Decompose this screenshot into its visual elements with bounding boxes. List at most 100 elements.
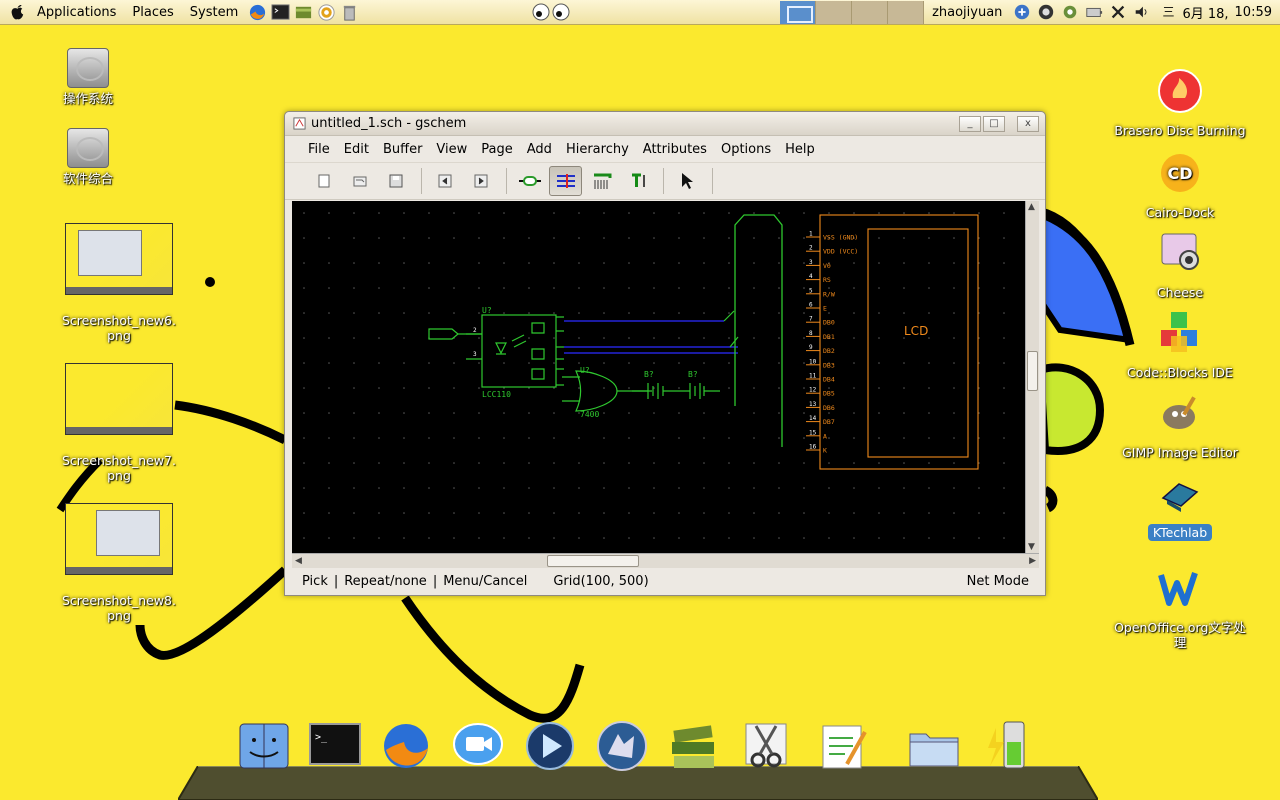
volume-icon[interactable] (1133, 3, 1151, 21)
menu-view[interactable]: View (429, 142, 474, 157)
redo-button[interactable] (464, 166, 497, 196)
desktop-icon-gimp[interactable]: GIMP Image Editor (1110, 390, 1250, 460)
desktop-icon-brasero[interactable]: Brasero Disc Burning (1110, 68, 1250, 138)
video-chat-icon[interactable] (450, 718, 506, 774)
wolf-icon[interactable] (594, 718, 650, 774)
user-name[interactable]: zhaojiyuan (924, 5, 1010, 20)
menu-system[interactable]: System (182, 0, 246, 25)
firefox-icon[interactable] (378, 718, 434, 774)
notes-icon[interactable] (815, 718, 871, 774)
pointer-arrow-icon (681, 173, 693, 189)
desktop-icon-software-drive[interactable]: 软件综合 (28, 128, 148, 186)
battery-charger-icon[interactable] (982, 718, 1038, 774)
doodle-dot (205, 277, 215, 287)
horizontal-scroll-thumb[interactable] (547, 555, 639, 567)
horizontal-scrollbar[interactable]: ◀ ▶ (292, 553, 1039, 568)
terminal-icon[interactable]: >_ (307, 718, 363, 774)
menu-add[interactable]: Add (520, 142, 559, 157)
gschem-app-icon (293, 117, 306, 130)
finder-icon[interactable] (236, 718, 292, 774)
text-icon (631, 173, 645, 187)
network-icon[interactable] (1013, 3, 1031, 21)
pin-label: 3 (473, 351, 477, 358)
desktop-icon-openoffice-writer[interactable]: OpenOffice.org文字处 理 (1110, 550, 1250, 665)
folder-icon[interactable] (906, 718, 962, 774)
scroll-up-arrow[interactable]: ▲ (1028, 202, 1035, 212)
open-folder-icon (353, 176, 366, 187)
desktop-icon-screenshot-8[interactable]: Screenshot_new8. png (59, 488, 179, 638)
new-button[interactable] (307, 166, 340, 196)
trash-icon[interactable] (340, 3, 359, 22)
desktop-icon-screenshot-6[interactable]: Screenshot_new6. png (59, 208, 179, 358)
lcd-pin-label: VDD (VCC) (823, 248, 858, 256)
clock-date[interactable]: 6月 18, (1182, 3, 1228, 22)
desktop-icon-ktechlab[interactable]: KTechlab (1110, 470, 1250, 541)
menu-buffer[interactable]: Buffer (376, 142, 429, 157)
book-icon[interactable] (294, 3, 313, 22)
tools-icon[interactable] (1109, 3, 1127, 21)
update-icon[interactable] (1037, 3, 1055, 21)
desktop-icon-screenshot-7[interactable]: Screenshot_new7. png (59, 348, 179, 498)
media-player-icon[interactable] (522, 718, 578, 774)
lcc-value-label: LCC110 (482, 390, 511, 399)
desktop-icon-cheese[interactable]: Cheese (1110, 230, 1250, 300)
help-icon[interactable] (317, 3, 336, 22)
menu-applications[interactable]: Applications (29, 0, 124, 25)
doodle-green-blob (1035, 363, 1105, 455)
save-button[interactable] (379, 166, 412, 196)
menu-options[interactable]: Options (714, 142, 778, 157)
top-panel: Applications Places System zhaojiyuan 三 … (0, 0, 1280, 25)
workspace-4[interactable] (888, 0, 925, 24)
lcd-pin-number: 5 (809, 287, 813, 294)
workspace-2[interactable] (816, 0, 853, 24)
apple-logo-icon[interactable] (8, 3, 27, 22)
scroll-down-arrow[interactable]: ▼ (1028, 542, 1035, 552)
add-component-button[interactable] (513, 166, 546, 196)
vertical-scroll-thumb[interactable] (1027, 351, 1038, 391)
eyes-applet-icon[interactable] (531, 2, 571, 22)
open-button[interactable] (343, 166, 376, 196)
maximize-button[interactable]: □ (983, 115, 1005, 132)
clock-time[interactable]: 10:59 (1235, 5, 1272, 20)
desktop-icon-os-drive[interactable]: 操作系统 (28, 48, 148, 106)
scroll-left-arrow[interactable]: ◀ (295, 556, 302, 566)
scissors-icon[interactable] (738, 718, 794, 774)
toolbar (285, 162, 1045, 200)
minimize-button[interactable]: _ (959, 115, 981, 132)
scroll-right-arrow[interactable]: ▶ (1029, 556, 1036, 566)
battery-icon[interactable] (1085, 3, 1103, 21)
undo-button[interactable] (428, 166, 461, 196)
menu-file[interactable]: File (301, 142, 337, 157)
lcd-pin-number: 15 (809, 429, 817, 436)
add-net-button[interactable] (549, 166, 582, 196)
books-icon[interactable] (666, 718, 722, 774)
firefox-icon[interactable] (248, 3, 267, 22)
vertical-scrollbar[interactable]: ▲ ▼ (1025, 201, 1039, 553)
add-text-button[interactable] (621, 166, 654, 196)
desktop-icon-label: Brasero Disc Burning (1114, 123, 1246, 138)
menu-hierarchy[interactable]: Hierarchy (559, 142, 636, 157)
desktop-icon-cairo-dock[interactable]: CD Cairo-Dock (1110, 150, 1250, 220)
image-thumbnail (65, 223, 173, 295)
gear-icon[interactable] (1061, 3, 1079, 21)
workspace-1[interactable] (780, 0, 817, 24)
new-document-icon (318, 174, 329, 188)
desktop-icon-codeblocks[interactable]: Code::Blocks IDE (1110, 310, 1250, 380)
menu-edit[interactable]: Edit (337, 142, 376, 157)
select-button[interactable] (670, 166, 703, 196)
schematic-canvas[interactable]: U? LCC110 2 3 U? 7400 B? B? LCD 1 VSS (G… (292, 201, 1025, 553)
menu-page[interactable]: Page (474, 142, 519, 157)
lcd-pin-number: 6 (809, 302, 813, 309)
lcd-pin-number: 4 (809, 273, 813, 280)
menu-attributes[interactable]: Attributes (636, 142, 714, 157)
workspace-3[interactable] (852, 0, 889, 24)
add-bus-button[interactable] (585, 166, 618, 196)
input-method-indicator[interactable]: 三 (1162, 3, 1174, 21)
window-titlebar[interactable]: untitled_1.sch - gschem _ □ x (285, 112, 1045, 136)
desktop-icon-label: Screenshot_new8. png (62, 593, 176, 623)
terminal-icon[interactable] (271, 3, 290, 22)
menu-help[interactable]: Help (778, 142, 822, 157)
menu-places[interactable]: Places (124, 0, 181, 25)
desktop-icon-label: Code::Blocks IDE (1127, 365, 1233, 380)
close-button[interactable]: x (1017, 115, 1039, 132)
